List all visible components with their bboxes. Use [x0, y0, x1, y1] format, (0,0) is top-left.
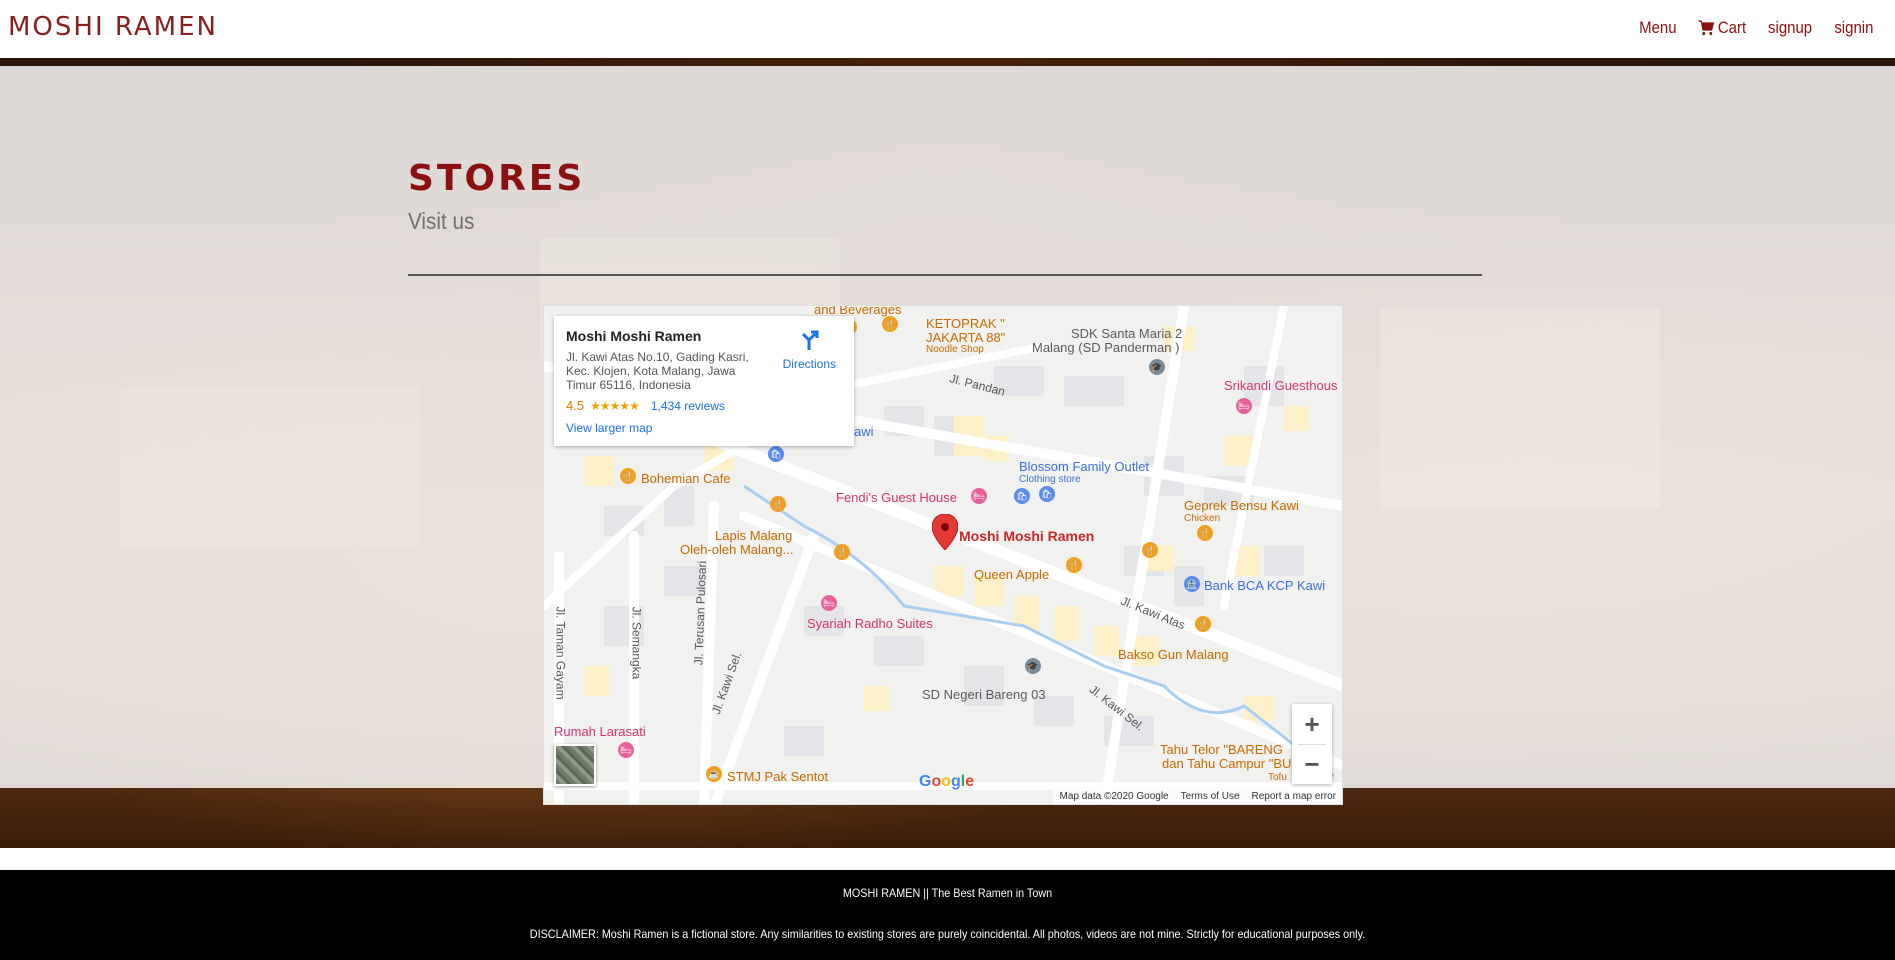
poi-sdk-santa-maria[interactable]: SDK Santa Maria 2 — [1071, 326, 1182, 341]
zoom-out-button[interactable]: − — [1292, 744, 1332, 784]
shopping-cart-icon — [1698, 20, 1715, 36]
page-subtitle: Visit us — [408, 208, 475, 234]
google-map[interactable]: and Beverages KETOPRAK " JAKARTA 88" Noo… — [543, 305, 1343, 805]
poi-bakso-gun[interactable]: Bakso Gun Malang — [1118, 647, 1229, 662]
map-data-attribution: Map data ©2020 Google — [1059, 790, 1169, 802]
restaurant-pin-icon[interactable]: 🍴 — [834, 544, 850, 560]
poi-rumah-larasati[interactable]: Rumah Larasati — [554, 724, 646, 739]
school-pin-icon[interactable]: 🎓 — [1025, 658, 1041, 674]
rating-value: 4.5 — [566, 398, 585, 413]
poi-geprek[interactable]: Geprek Bensu Kawi — [1184, 498, 1299, 513]
nav-signin-link[interactable]: signin — [1834, 18, 1873, 38]
directions-label: Directions — [782, 357, 836, 371]
zoom-in-button[interactable]: + — [1292, 704, 1332, 744]
poi-sd-negeri[interactable]: SD Negeri Bareng 03 — [922, 687, 1046, 702]
restaurant-pin-icon[interactable]: 🍴 — [770, 496, 786, 512]
marker-label[interactable]: Moshi Moshi Ramen — [959, 528, 1094, 544]
poi-queen-apple[interactable]: Queen Apple — [974, 567, 1049, 582]
shop-pin-icon[interactable]: 🛍 — [768, 446, 784, 462]
poi-ketoprak[interactable]: KETOPRAK " — [926, 316, 1005, 331]
satellite-toggle-thumbnail[interactable] — [554, 744, 596, 786]
poi-tahu-campur: dan Tahu Campur "BU — [1162, 756, 1292, 771]
hotel-pin-icon[interactable]: 🛏 — [971, 488, 987, 504]
location-marker-icon[interactable] — [932, 514, 958, 550]
navbar: MOSHI RAMEN Menu Cart signup signin — [0, 0, 1895, 58]
place-rating: 4.5 ★★★★★ 1,434 reviews — [566, 398, 842, 413]
road-label-semangka: Jl. Semangka — [629, 606, 644, 680]
terms-of-use-link[interactable]: Terms of Use — [1181, 791, 1240, 802]
footer-tagline: MOSHI RAMEN || The Best Ramen in Town — [842, 886, 1053, 900]
map-attribution: Map data ©2020 Google Terms of Use Repor… — [1053, 788, 1342, 804]
cart-label: Cart — [1718, 18, 1747, 37]
restaurant-pin-icon[interactable]: 🍴 — [1142, 542, 1158, 558]
poi-lapis-malang[interactable]: Lapis Malang — [715, 528, 792, 543]
poi-bank-bca[interactable]: Bank BCA KCP Kawi — [1204, 578, 1325, 593]
rating-stars-icon: ★★★★★ — [590, 398, 640, 413]
shop-pin-icon[interactable]: 🛍 — [1014, 488, 1030, 504]
poi-clothing-store: Clothing store — [1019, 474, 1081, 485]
restaurant-pin-icon[interactable]: 🍴 — [1197, 525, 1213, 541]
place-info-card: Moshi Moshi Ramen Jl. Kawi Atas No.10, G… — [554, 316, 854, 446]
poi-chicken: Chicken — [1184, 513, 1221, 524]
directions-button[interactable]: Directions — [783, 328, 836, 371]
zoom-controls: + − — [1292, 704, 1332, 784]
poi-syariah-radho[interactable]: Syariah Radho Suites — [807, 616, 933, 631]
poi-oleh-oleh: Oleh-oleh Malang... — [680, 542, 794, 557]
hotel-pin-icon[interactable]: 🛏 — [1236, 398, 1252, 414]
report-map-error-link[interactable]: Report a map error — [1252, 791, 1336, 802]
poi-noodle-shop: Noodle Shop — [926, 344, 984, 355]
nav-cart-link[interactable]: Cart — [1698, 18, 1747, 38]
poi-sdk-santa-maria-2: Malang (SD Panderman ) — [1032, 340, 1180, 355]
stores-section: STORES Visit us — [408, 160, 1482, 235]
restaurant-pin-icon[interactable]: 🍴 — [620, 468, 636, 484]
poi-fendis[interactable]: Fendi's Guest House — [836, 490, 957, 505]
poi-jakarta[interactable]: JAKARTA 88" — [926, 330, 1005, 345]
shop-pin-icon[interactable]: 🛍 — [1039, 486, 1055, 502]
page-title: STORES — [408, 158, 586, 199]
nav-signup-link[interactable]: signup — [1768, 18, 1812, 38]
nav-links: Menu Cart signup signin — [1634, 18, 1873, 38]
place-address: Jl. Kawi Atas No.10, Gading Kasri, Kec. … — [566, 350, 749, 392]
road-label-taman-gayam: Jl. Taman Gayam — [553, 606, 568, 700]
reviews-link[interactable]: 1,434 reviews — [651, 399, 725, 413]
directions-icon — [802, 330, 819, 350]
poi-bohemian-cafe[interactable]: Bohemian Cafe — [641, 471, 731, 486]
hotel-pin-icon[interactable]: 🛏 — [821, 595, 837, 611]
view-larger-map-link[interactable]: View larger map — [566, 421, 842, 435]
footer: MOSHI RAMEN || The Best Ramen in Town DI… — [0, 870, 1895, 960]
poi-srikandi[interactable]: Srikandi Guesthous — [1224, 378, 1337, 393]
nav-menu-link[interactable]: Menu — [1639, 18, 1676, 38]
restaurant-pin-icon[interactable]: 🍴 — [1195, 616, 1211, 632]
poi-tofu: Tofu — [1268, 772, 1287, 783]
restaurant-pin-icon[interactable]: 🍴 — [882, 316, 898, 332]
hotel-pin-icon[interactable]: 🛏 — [618, 742, 634, 758]
google-logo: Google — [919, 773, 975, 790]
poi-stmj[interactable]: STMJ Pak Sentot — [727, 769, 828, 784]
section-divider — [408, 274, 1482, 276]
restaurant-pin-icon[interactable]: 🍴 — [1066, 557, 1082, 573]
poi-awi: awi — [854, 424, 874, 439]
poi-tahu-telor[interactable]: Tahu Telor "BARENG — [1160, 742, 1283, 757]
brand-logo[interactable]: MOSHI RAMEN — [8, 12, 218, 42]
school-pin-icon[interactable]: 🎓 — [1149, 359, 1165, 375]
bank-pin-icon[interactable]: 🏦 — [1184, 576, 1200, 592]
restaurant-pin-icon[interactable]: ☕ — [706, 766, 722, 782]
footer-disclaimer: DISCLAIMER: Moshi Ramen is a fictional s… — [529, 927, 1366, 941]
poi-blossom[interactable]: Blossom Family Outlet — [1019, 459, 1149, 474]
